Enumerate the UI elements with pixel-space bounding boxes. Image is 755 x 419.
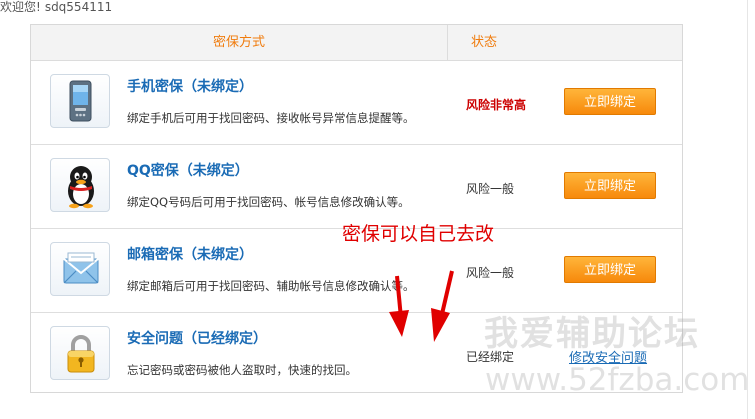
watermark-url: www.52fzba.com	[485, 362, 750, 398]
red-arrow-right	[431, 270, 454, 342]
red-arrow-left	[389, 275, 409, 337]
watermark-title: 我爱辅助论坛	[484, 314, 700, 354]
scrollbar-edge	[747, 0, 748, 419]
annotation-arrows	[389, 270, 454, 342]
